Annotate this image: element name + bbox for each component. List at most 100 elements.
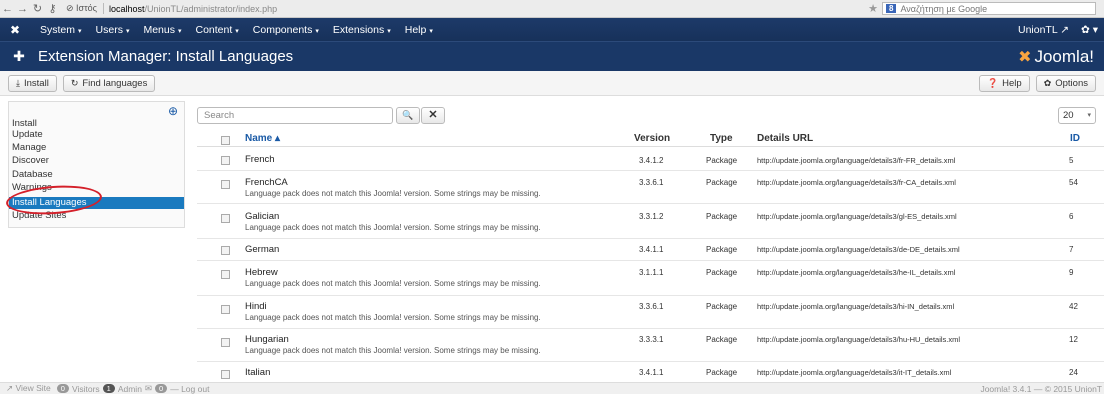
admin-count-badge: 1 [102,384,115,393]
row-checkbox[interactable] [221,305,230,314]
help-label: Help [1002,77,1022,89]
language-name: Hebrew [245,267,278,278]
sidebar-item-update-sites[interactable]: Update Sites [9,210,184,222]
version-warning: Language pack does not match this Joomla… [245,223,541,232]
mail-icon[interactable]: ✉ [145,383,152,394]
topbar-right: UnionTL ↗ ✿ ▾ [1018,24,1098,36]
menu-extensions[interactable]: Extensions ▾ [333,24,391,36]
url-host: localhost [109,3,145,14]
sidebar-item-manage[interactable]: Manage [9,142,184,154]
url-path: /UnionTL/administrator/index.php [144,3,278,14]
language-id: 54 [1069,178,1078,187]
site-identity-label[interactable]: ⊘ Ιστός [66,3,104,14]
language-id: 7 [1069,245,1074,254]
list-limit-select[interactable]: 20 ▾ [1058,107,1096,124]
back-icon[interactable]: ← [0,3,15,15]
language-details-url: http://update.joomla.org/language/detail… [757,335,961,344]
language-id: 12 [1069,335,1078,344]
menu-help[interactable]: Help ▾ [405,24,433,36]
select-all-checkbox[interactable] [221,136,230,145]
menu-label: System [40,23,76,36]
caret-down-icon: ▾ [177,27,182,35]
caret-down-icon: ▾ [235,27,239,35]
find-languages-button[interactable]: ↻ Find languages [62,74,156,92]
menu-system[interactable]: System ▾ [40,24,82,36]
row-checkbox[interactable] [221,180,230,189]
clear-search-button[interactable]: ✕ [421,107,445,124]
sidebar-item-discover[interactable]: Discover [9,155,184,167]
search-engine-icon[interactable]: 8 [886,4,897,13]
language-details-url: http://update.joomla.org/language/detail… [757,245,960,254]
column-header-name[interactable]: Name ▴ [245,133,280,144]
options-label: Options [1055,77,1088,89]
search-button[interactable]: 🔍 [396,107,420,124]
submenu-sidebar: ⊕ Install Update Manage Discover Databas… [8,101,185,228]
key-icon: ⚷ [48,3,57,15]
joomla-logo-icon[interactable]: ✖ [0,23,30,37]
collapse-sidebar-icon[interactable]: ⊕ [168,104,178,118]
row-checkbox[interactable] [221,338,230,347]
bookmark-star-icon[interactable]: ★ [868,2,878,15]
sidebar-item-warnings[interactable]: Warnings [9,182,184,194]
row-checkbox[interactable] [221,270,230,279]
language-version: 3.3.6.1 [639,178,664,187]
language-version: 3.4.1.1 [639,245,664,254]
language-details-url: http://update.joomla.org/language/detail… [757,156,956,165]
address-bar[interactable]: ⊘ Ιστός localhost /UnionTL/administrator… [66,2,856,16]
refresh-icon: ↻ [70,77,79,88]
reload-icon[interactable]: ↻ [30,2,45,15]
sidebar-item-database[interactable]: Database [9,169,184,181]
list-limit-value: 20 [1063,110,1074,121]
options-button[interactable]: ✿ Options [1035,74,1096,92]
language-details-url: http://update.joomla.org/language/detail… [757,302,955,311]
language-id: 42 [1069,302,1078,311]
sidebar-item-update[interactable]: Update [9,129,184,141]
row-checkbox[interactable] [221,246,230,255]
language-id: 6 [1069,212,1074,221]
row-checkbox[interactable] [221,156,230,165]
search-icon: 🔍 [402,110,414,120]
menu-content[interactable]: Content ▾ [196,24,239,36]
find-languages-label: Find languages [82,77,148,89]
language-id: 24 [1069,368,1078,377]
menu-label: Extensions [332,23,385,36]
page-header: ✚ Extension Manager: Install Languages ✖… [0,41,1104,71]
language-id: 5 [1069,156,1074,165]
visitors-label: Visitors [71,383,100,394]
install-button[interactable]: ⤓ Install [8,74,57,92]
row-checkbox[interactable] [221,214,230,223]
sidebar-item-install-languages[interactable]: Install Languages [9,197,184,209]
menu-label: Components [252,23,313,36]
view-site-link[interactable]: ↗ View Site [6,383,51,394]
language-details-url: http://update.joomla.org/language/detail… [757,178,956,187]
column-header-type[interactable]: Type [710,133,733,144]
language-version: 3.1.1.1 [639,268,664,277]
admin-menu-bar: ✖ System ▾ Users ▾ Menus ▾ Content ▾ Compone… [0,18,1104,41]
gear-icon[interactable]: ✿ ▾ [1081,24,1098,36]
menu-users[interactable]: Users ▾ [96,24,130,36]
column-header-details-url[interactable]: Details URL [757,133,813,144]
caret-down-icon: ▾ [387,27,391,35]
menu-menus[interactable]: Menus ▾ [143,24,181,36]
search-input[interactable]: Search [197,107,393,124]
language-version: 3.3.6.1 [639,302,664,311]
visitors-count-badge: 0 [56,384,69,393]
menu-label: Content [195,23,233,36]
row-checkbox[interactable] [221,370,230,379]
action-toolbar: ⤓ Install ↻ Find languages ❓ Help ✿ Options [0,71,1104,96]
upload-icon: ⤓ [16,77,20,88]
gear-icon: ✿ [1043,77,1052,88]
column-header-version[interactable]: Version [634,133,670,144]
column-header-id[interactable]: ID [1070,133,1080,144]
menu-components[interactable]: Components ▾ [253,24,319,36]
help-button[interactable]: ❓ Help [978,74,1030,92]
language-details-url: http://update.joomla.org/language/detail… [757,368,952,377]
logout-link[interactable]: — Log out [170,384,209,394]
puzzle-icon: ✚ [13,48,25,64]
language-type: Package [706,368,738,377]
browser-search-field[interactable]: 8 Αναζήτηση με Google [882,2,1096,15]
site-link[interactable]: UnionTL ↗ [1018,24,1069,36]
language-type: Package [706,156,738,165]
language-version: 3.4.1.1 [639,368,664,377]
forward-icon[interactable]: → [15,3,30,15]
